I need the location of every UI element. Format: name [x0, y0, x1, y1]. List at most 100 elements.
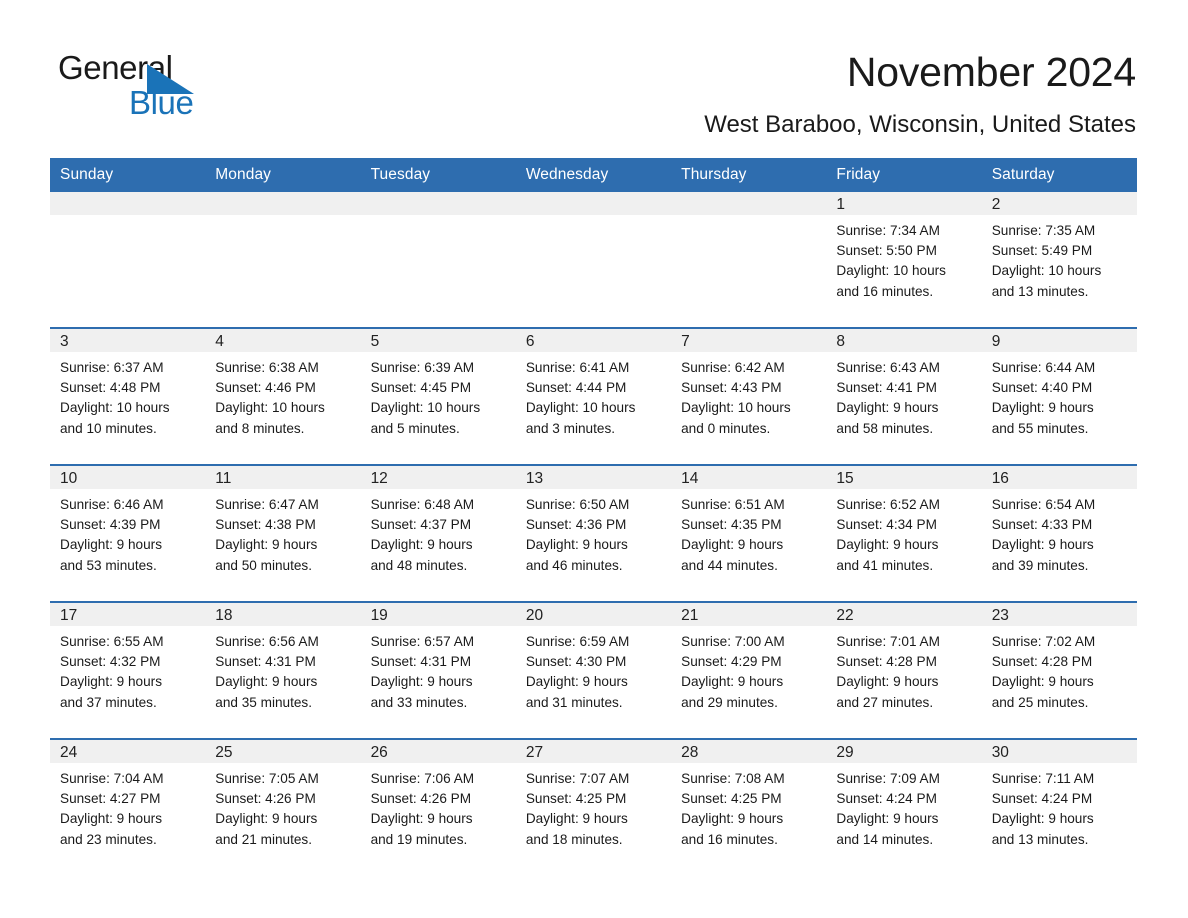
calendar-day-cell[interactable]: 7 Sunrise: 6:42 AM Sunset: 4:43 PM Daylight…: [671, 327, 827, 465]
calendar-cell-empty: [205, 192, 361, 328]
calendar-day-cell[interactable]: 12 Sunrise: 6:48 AM Sunset: 4:37 PM Dayligh…: [360, 464, 516, 602]
daylight-text-line2: and 18 minutes.: [525, 831, 623, 847]
title-block: November 2024 West Baraboo, Wisconsin, U…: [208, 48, 1136, 140]
calendar-cell-empty: [360, 192, 516, 328]
calendar-day-cell[interactable]: 26 Sunrise: 7:06 AM Sunset: 4:26 PM Dayligh…: [360, 738, 516, 875]
day-number: 11: [205, 466, 361, 489]
daylight-text-line2: and 31 minutes.: [525, 694, 623, 710]
calendar-day-cell[interactable]: 17 Sunrise: 6:55 AM Sunset: 4:32 PM Dayligh…: [50, 601, 206, 739]
day-number: 18: [205, 603, 361, 626]
sunrise-text: Sunrise: 6:55 AM: [60, 634, 164, 649]
calendar-day-cell[interactable]: 28 Sunrise: 7:08 AM Sunset: 4:25 PM Dayligh…: [671, 738, 827, 875]
day-number: [360, 192, 516, 215]
calendar-day-cell[interactable]: 14 Sunrise: 6:51 AM Sunset: 4:35 PM Dayligh…: [671, 464, 827, 602]
daylight-text-line2: and 35 minutes.: [215, 694, 313, 710]
day-number: 2: [981, 192, 1137, 215]
day-number: 9: [981, 329, 1137, 352]
calendar-day-cell[interactable]: 8 Sunrise: 6:43 AM Sunset: 4:41 PM Daylight…: [826, 327, 982, 465]
sunset-text: Sunset: 4:29 PM: [681, 654, 782, 670]
calendar-day-cell[interactable]: 24 Sunrise: 7:04 AM Sunset: 4:27 PM Dayligh…: [50, 738, 206, 875]
calendar-day-cell[interactable]: 10 Sunrise: 6:46 AM Sunset: 4:39 PM Dayligh…: [50, 464, 206, 602]
daylight-text-line2: and 55 minutes.: [991, 420, 1089, 436]
day-number: 21: [671, 603, 827, 626]
day-sun-info: Sunrise: 6:47 AM Sunset: 4:38 PM Daylight:…: [205, 489, 360, 576]
sunset-text: Sunset: 4:28 PM: [836, 654, 937, 670]
sunrise-text: Sunrise: 6:48 AM: [370, 497, 475, 512]
calendar-day-cell[interactable]: 29 Sunrise: 7:09 AM Sunset: 4:24 PM Dayligh…: [826, 738, 982, 875]
daylight-text-line1: Daylight: 9 hours: [370, 537, 473, 553]
sunrise-text: Sunrise: 7:01 AM: [836, 634, 940, 649]
calendar-page: General Blue November 2024 West Baraboo,…: [0, 0, 1188, 918]
calendar-day-cell[interactable]: 19 Sunrise: 6:57 AM Sunset: 4:31 PM Dayligh…: [360, 601, 516, 739]
sunset-text: Sunset: 4:44 PM: [525, 380, 627, 396]
calendar-day-cell[interactable]: 4 Sunrise: 6:38 AM Sunset: 4:46 PM Daylight…: [205, 327, 361, 465]
calendar-day-cell[interactable]: 1 Sunrise: 7:34 AM Sunset: 5:50 PM Daylight…: [826, 192, 982, 328]
calendar-day-cell[interactable]: 3 Sunrise: 6:37 AM Sunset: 4:48 PM Daylight…: [50, 327, 206, 465]
daylight-text-line2: and 25 minutes.: [991, 694, 1089, 710]
sunset-text: Sunset: 4:31 PM: [215, 654, 316, 670]
sunrise-text: Sunrise: 6:38 AM: [215, 360, 319, 375]
sunset-text: Sunset: 4:37 PM: [370, 517, 472, 533]
day-number: 27: [515, 740, 672, 763]
calendar-week-row: 24 Sunrise: 7:04 AM Sunset: 4:27 PM Dayligh…: [50, 738, 1137, 875]
daylight-text-line2: and 37 minutes.: [60, 694, 157, 710]
sunrise-text: Sunrise: 7:04 AM: [60, 771, 164, 786]
day-sun-info: Sunrise: 6:43 AM Sunset: 4:41 PM Daylight:…: [826, 352, 981, 439]
calendar-cell-empty: [671, 192, 827, 328]
calendar-day-cell[interactable]: 27 Sunrise: 7:07 AM Sunset: 4:25 PM Dayligh…: [515, 738, 672, 875]
column-header-thursday: Thursday: [671, 158, 827, 192]
calendar-day-cell[interactable]: 20 Sunrise: 6:59 AM Sunset: 4:30 PM Dayligh…: [515, 601, 672, 739]
day-sun-info: Sunrise: 7:00 AM Sunset: 4:29 PM Daylight:…: [671, 626, 826, 713]
daylight-text-line2: and 39 minutes.: [991, 557, 1089, 573]
sunrise-text: Sunrise: 7:06 AM: [370, 771, 475, 786]
daylight-text-line1: Daylight: 9 hours: [836, 537, 939, 553]
day-number: 19: [360, 603, 516, 626]
calendar-day-cell[interactable]: 11 Sunrise: 6:47 AM Sunset: 4:38 PM Dayligh…: [205, 464, 361, 602]
calendar-day-cell[interactable]: 18 Sunrise: 6:56 AM Sunset: 4:31 PM Dayligh…: [205, 601, 361, 739]
day-sun-info: Sunrise: 6:39 AM Sunset: 4:45 PM Daylight:…: [361, 352, 516, 439]
day-sun-info: Sunrise: 7:01 AM Sunset: 4:28 PM Daylight:…: [826, 626, 981, 713]
day-sun-info: Sunrise: 6:48 AM Sunset: 4:37 PM Daylight:…: [361, 489, 516, 576]
sunrise-text: Sunrise: 6:51 AM: [681, 497, 785, 512]
daylight-text-line2: and 33 minutes.: [370, 694, 468, 710]
daylight-text-line1: Daylight: 9 hours: [681, 811, 784, 827]
calendar-day-cell[interactable]: 5 Sunrise: 6:39 AM Sunset: 4:45 PM Daylight…: [360, 327, 516, 465]
daylight-text-line2: and 10 minutes.: [60, 420, 157, 436]
calendar-day-cell[interactable]: 21 Sunrise: 7:00 AM Sunset: 4:29 PM Dayligh…: [671, 601, 827, 739]
day-number: 16: [981, 466, 1137, 489]
sunrise-text: Sunrise: 6:52 AM: [836, 497, 940, 512]
day-number: 10: [50, 466, 206, 489]
calendar-day-cell[interactable]: 16 Sunrise: 6:54 AM Sunset: 4:33 PM Dayligh…: [981, 464, 1137, 602]
calendar-day-cell[interactable]: 15 Sunrise: 6:52 AM Sunset: 4:34 PM Dayligh…: [826, 464, 982, 602]
sunrise-text: Sunrise: 7:11 AM: [991, 771, 1095, 786]
calendar-day-cell[interactable]: 25 Sunrise: 7:05 AM Sunset: 4:26 PM Dayligh…: [205, 738, 361, 875]
calendar-week-row: 1 Sunrise: 7:34 AM Sunset: 5:50 PM Daylight…: [50, 192, 1137, 328]
day-sun-info: Sunrise: 6:55 AM Sunset: 4:32 PM Daylight:…: [50, 626, 205, 713]
day-sun-info: Sunrise: 7:06 AM Sunset: 4:26 PM Daylight:…: [361, 763, 516, 850]
day-number: 7: [671, 329, 827, 352]
day-number: 30: [981, 740, 1137, 763]
day-number: [205, 192, 361, 215]
daylight-text-line1: Daylight: 10 hours: [370, 400, 481, 416]
daylight-text-line1: Daylight: 10 hours: [681, 400, 791, 416]
day-number: 3: [50, 329, 206, 352]
day-sun-info: Sunrise: 7:08 AM Sunset: 4:25 PM Daylight:…: [671, 763, 826, 850]
calendar-day-cell[interactable]: 6 Sunrise: 6:41 AM Sunset: 4:44 PM Daylight…: [515, 327, 672, 465]
sunrise-text: Sunrise: 7:08 AM: [681, 771, 785, 786]
sunset-text: Sunset: 4:25 PM: [525, 791, 627, 807]
daylight-text-line2: and 14 minutes.: [836, 831, 934, 847]
calendar-day-cell[interactable]: 30 Sunrise: 7:11 AM Sunset: 4:24 PM Dayligh…: [981, 738, 1137, 875]
daylight-text-line2: and 53 minutes.: [60, 557, 157, 573]
calendar-day-cell[interactable]: 22 Sunrise: 7:01 AM Sunset: 4:28 PM Dayligh…: [826, 601, 982, 739]
calendar-day-cell[interactable]: 13 Sunrise: 6:50 AM Sunset: 4:36 PM Dayligh…: [515, 464, 672, 602]
sunrise-text: Sunrise: 6:47 AM: [215, 497, 319, 512]
calendar-day-cell[interactable]: 2 Sunrise: 7:35 AM Sunset: 5:49 PM Daylight…: [981, 192, 1137, 328]
calendar-week-row: 17 Sunrise: 6:55 AM Sunset: 4:32 PM Dayligh…: [50, 601, 1137, 739]
day-sun-info: Sunrise: 6:42 AM Sunset: 4:43 PM Daylight:…: [671, 352, 826, 439]
day-number: 29: [826, 740, 982, 763]
sunset-text: Sunset: 4:24 PM: [991, 791, 1093, 807]
calendar-day-cell[interactable]: 9 Sunrise: 6:44 AM Sunset: 4:40 PM Daylight…: [981, 327, 1137, 465]
day-number: [671, 192, 827, 215]
calendar-day-cell[interactable]: 23 Sunrise: 7:02 AM Sunset: 4:28 PM Dayligh…: [981, 601, 1137, 739]
sunrise-text: Sunrise: 6:41 AM: [525, 360, 630, 375]
